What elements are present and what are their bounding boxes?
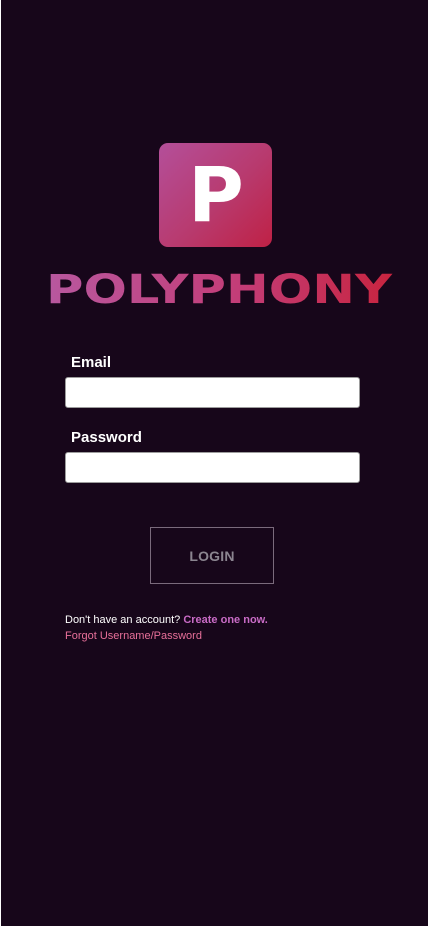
app-logo-icon: P — [159, 143, 272, 247]
signup-prompt-line: Don't have an account? Create one now. — [65, 613, 268, 627]
brand-wordmark: POLYPHONY — [46, 270, 393, 306]
login-button[interactable]: LOGIN — [150, 527, 274, 584]
logo-letter: P — [188, 150, 244, 239]
login-screen: P POLYPHONY Email Password LOGIN Don't h… — [1, 0, 428, 926]
create-account-link[interactable]: Create one now. — [183, 614, 268, 626]
email-label: Email — [71, 354, 112, 371]
forgot-credentials-link[interactable]: Forgot Username/Password — [65, 629, 202, 643]
email-field[interactable] — [65, 377, 360, 408]
password-label: Password — [71, 429, 142, 446]
signup-prompt: Don't have an account? — [65, 614, 181, 626]
brand-name: POLYPHONY — [46, 270, 393, 306]
password-field[interactable] — [65, 452, 360, 483]
